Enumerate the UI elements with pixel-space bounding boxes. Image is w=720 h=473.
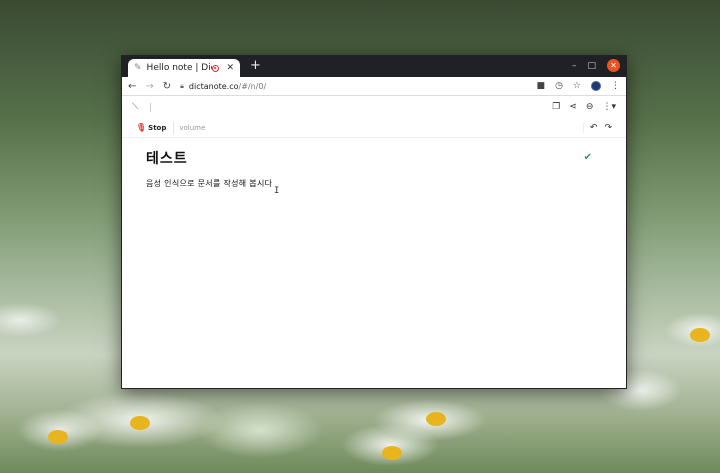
url-path: /#/n/0/ xyxy=(238,81,267,91)
stop-label: Stop xyxy=(148,123,167,132)
maximize-button[interactable]: □ xyxy=(587,61,596,71)
camera-icon[interactable]: ■ xyxy=(537,81,546,91)
more-menu-icon[interactable]: ⋮▾ xyxy=(602,102,616,112)
window-controls: – □ ✕ xyxy=(572,59,620,72)
back-arrow-icon[interactable]: ← xyxy=(128,81,136,92)
app-toolbar-actions: ❐ ⋖ ⊖ ⋮▾ xyxy=(552,102,616,112)
url-host: dictanote.co xyxy=(188,81,239,91)
block-icon[interactable]: ⊖ xyxy=(586,102,594,112)
flower-decoration xyxy=(426,412,446,426)
url-field[interactable]: 🔒︎ dictanote.co/#/n/0/ xyxy=(180,82,527,91)
dictation-bar: 🎙︎ Stop volume ↶ ↷ xyxy=(122,118,626,138)
reload-icon[interactable]: ↻ xyxy=(163,81,171,92)
microphone-icon: 🎙︎ xyxy=(136,123,147,132)
flower-decoration xyxy=(382,446,402,460)
flower-decoration xyxy=(130,416,150,430)
divider xyxy=(150,102,152,112)
address-bar: ← → ↻ 🔒︎ dictanote.co/#/n/0/ ■ ◷ ☆ ⋮ xyxy=(122,77,626,96)
redo-icon[interactable]: ↷ xyxy=(604,123,612,133)
minimize-button[interactable]: – xyxy=(572,61,577,71)
app-toolbar: ⟍ ❐ ⋖ ⊖ ⋮▾ xyxy=(122,96,626,118)
tab-title: Hello note | Dictanote xyxy=(146,63,213,73)
profile-avatar[interactable] xyxy=(591,81,601,91)
divider xyxy=(173,121,175,134)
browser-actions: ■ ◷ ☆ ⋮ xyxy=(537,81,620,91)
pencil-icon: ✎ xyxy=(134,63,142,73)
saved-check-icon: ✔ xyxy=(583,152,592,163)
close-window-button[interactable]: ✕ xyxy=(607,59,620,72)
volume-meter: volume xyxy=(179,123,206,132)
text-cursor-icon: I xyxy=(274,186,280,196)
history-icon[interactable]: ◷ xyxy=(555,81,563,91)
browser-tab[interactable]: ✎ Hello note | Dictanote ✕ xyxy=(128,59,240,77)
note-editor[interactable]: 테스트 ✔ 음성 인식으로 문서를 작성해 봅시다 I xyxy=(122,138,626,199)
tab-close-button[interactable]: ✕ xyxy=(226,63,234,73)
bookmark-star-icon[interactable]: ☆ xyxy=(573,81,581,91)
lock-icon: 🔒︎ xyxy=(180,81,184,90)
share-icon[interactable]: ⋖ xyxy=(569,102,577,112)
flower-decoration xyxy=(690,328,710,342)
browser-window: ✎ Hello note | Dictanote ✕ + – □ ✕ ← → ↻… xyxy=(121,55,627,389)
history-controls: ↶ ↷ xyxy=(582,122,612,133)
undo-icon[interactable]: ↶ xyxy=(590,123,598,133)
note-title[interactable]: 테스트 xyxy=(146,148,602,168)
browser-menu-icon[interactable]: ⋮ xyxy=(611,81,620,91)
flower-decoration xyxy=(48,430,68,444)
recording-icon xyxy=(212,64,220,72)
stop-dictation-button[interactable]: 🎙︎ Stop xyxy=(136,123,166,132)
mic-off-icon[interactable]: ⟍ xyxy=(132,102,138,112)
note-body[interactable]: 음성 인식으로 문서를 작성해 봅시다 xyxy=(146,178,602,189)
new-tab-button[interactable]: + xyxy=(250,58,261,73)
title-bar: ✎ Hello note | Dictanote ✕ + – □ ✕ xyxy=(122,56,626,77)
forward-arrow-icon[interactable]: → xyxy=(145,81,153,92)
copy-icon[interactable]: ❐ xyxy=(552,102,560,112)
